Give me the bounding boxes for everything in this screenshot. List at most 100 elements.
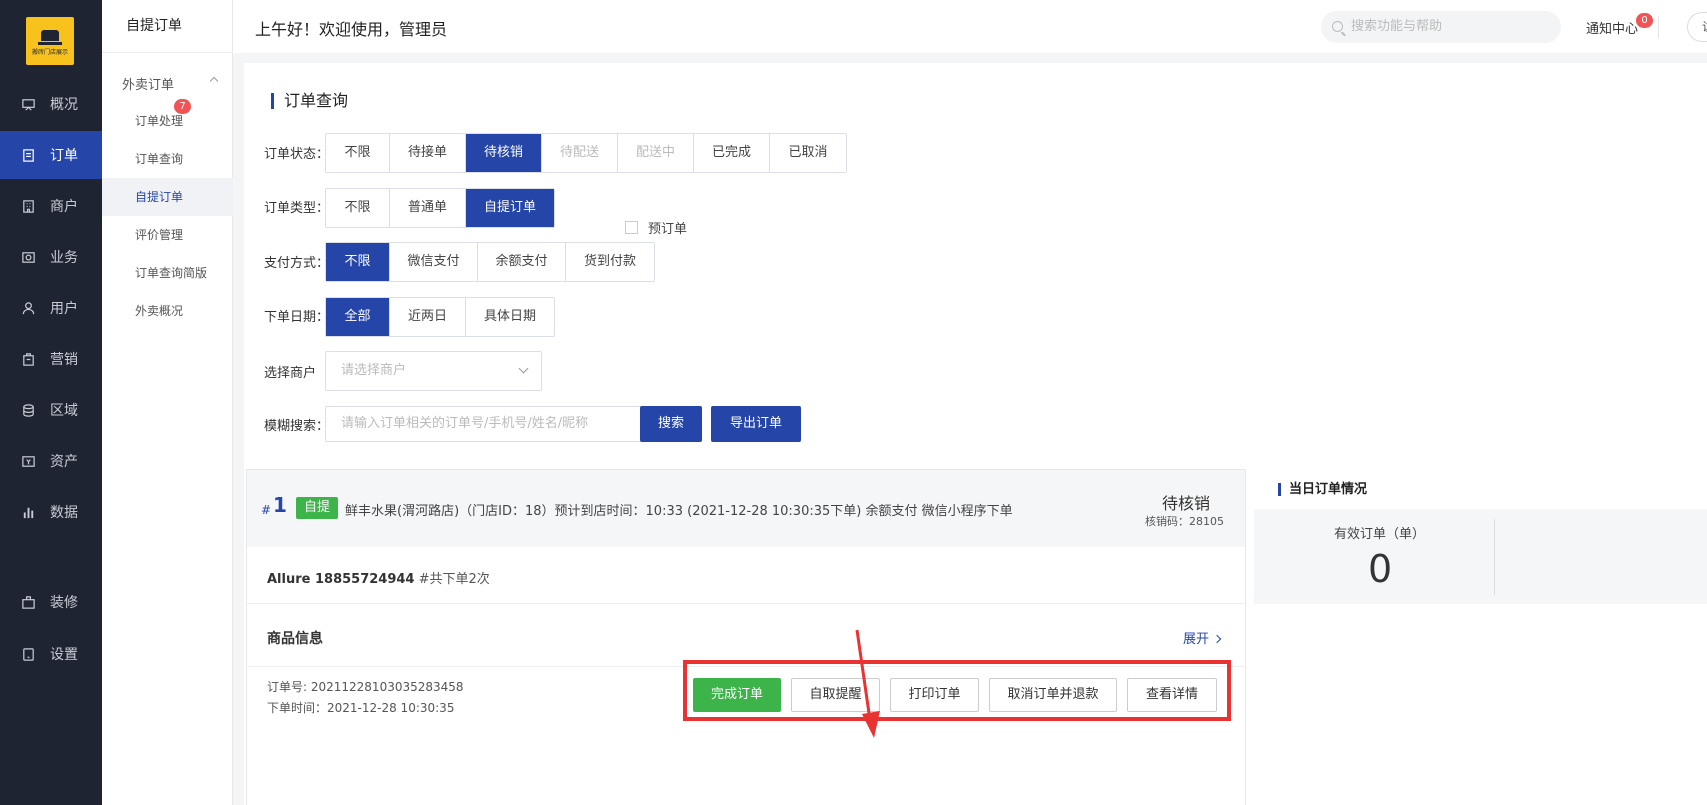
customer-info: Allure 18855724944 #共下单2次	[267, 568, 490, 587]
chevron-down-icon	[518, 363, 529, 374]
nav-item-decorate[interactable]: 装修	[0, 578, 102, 626]
notification-center-link[interactable]: 通知中心	[1586, 18, 1638, 37]
nav-label: 资产	[50, 454, 78, 470]
nav-label: 业务	[50, 250, 78, 266]
order-status: 待核销	[1162, 494, 1211, 513]
complete-order-button[interactable]: 完成订单	[693, 678, 781, 712]
today-orders-title: 当日订单情况	[1278, 483, 1367, 496]
data-icon	[20, 504, 36, 520]
region-icon	[20, 402, 36, 418]
pickup-tag: 自提	[296, 497, 339, 519]
pay-filter: 不限 微信支付 余额支付 货到付款	[325, 242, 655, 282]
subnav-group-takeout[interactable]: 外卖订单	[122, 74, 222, 93]
subnav-item-reviews[interactable]: 评价管理	[102, 216, 233, 254]
app-logo[interactable]: 搬砖门店展示	[26, 17, 74, 65]
today-orders-box	[1254, 509, 1707, 604]
pay-option-all[interactable]: 不限	[326, 243, 390, 281]
divider	[247, 603, 1245, 604]
top-bar: 上午好！欢迎使用，管理员 搜索功能与帮助 通知中心 0 访	[233, 0, 1707, 53]
order-hash: #	[261, 503, 272, 517]
nav-label: 装修	[50, 595, 78, 611]
nav-label: 用户	[50, 301, 78, 317]
subnav-item-takeout-overview[interactable]: 外卖概况	[102, 292, 233, 330]
fuzzy-search-input[interactable]: 请输入订单相关的订单号/手机号/姓名/昵称	[325, 406, 656, 442]
status-filter: 不限 待接单 待核销 待配送 配送中 已完成 已取消	[325, 133, 847, 173]
status-option-cancelled[interactable]: 已取消	[770, 134, 846, 172]
type-label: 订单类型：	[264, 201, 330, 216]
status-option-pending-delivery: 待配送	[542, 134, 618, 172]
date-option-specific[interactable]: 具体日期	[466, 298, 554, 336]
merchant-placeholder: 请选择商户	[341, 363, 407, 378]
pay-option-wechat[interactable]: 微信支付	[390, 243, 478, 281]
nav-label: 商户	[50, 199, 78, 215]
nav-label: 设置	[50, 647, 78, 663]
type-option-pickup[interactable]: 自提订单	[466, 189, 554, 227]
notification-badge: 0	[1636, 13, 1653, 28]
date-option-two-days[interactable]: 近两日	[390, 298, 466, 336]
nav-item-data[interactable]: 数据	[0, 488, 102, 536]
subnav-item-order-processing[interactable]: 订单处理	[102, 102, 233, 140]
nav-item-orders[interactable]: 订单	[0, 131, 102, 179]
print-order-button[interactable]: 打印订单	[890, 678, 979, 712]
subnav-item-pickup-orders[interactable]: 自提订单	[102, 178, 233, 216]
view-details-button[interactable]: 查看详情	[1127, 678, 1217, 712]
expand-label: 展开	[1183, 632, 1210, 647]
date-option-all[interactable]: 全部	[326, 298, 390, 336]
order-query-panel: 订单查询 订单状态： 不限 待接单 待核销 待配送 配送中 已完成 已取消 订单…	[244, 63, 1707, 805]
merchant-select[interactable]: 请选择商户	[325, 351, 542, 391]
status-option-completed[interactable]: 已完成	[694, 134, 770, 172]
nav-item-marketing[interactable]: 营销	[0, 335, 102, 383]
type-option-normal[interactable]: 普通单	[390, 189, 466, 227]
verify-code: 核销码：28105	[1145, 515, 1224, 528]
marketing-icon	[20, 351, 36, 367]
nav-item-region[interactable]: 区域	[0, 386, 102, 434]
nav-item-business[interactable]: 业务	[0, 233, 102, 281]
order-time: 下单时间：2021-12-28 10:30:35	[267, 701, 455, 715]
customer-order-count: #共下单2次	[414, 572, 490, 587]
nav-item-overview[interactable]: 概况	[0, 80, 102, 128]
stats-divider	[1494, 519, 1495, 595]
chevron-right-icon	[1212, 634, 1222, 644]
order-number: 订单号: 20211228103035283458	[267, 680, 464, 694]
search-icon	[1332, 21, 1343, 32]
status-option-delivering: 配送中	[618, 134, 694, 172]
status-option-pending-accept[interactable]: 待接单	[390, 134, 466, 172]
dashboard-icon	[20, 96, 36, 112]
status-option-pending-verify[interactable]: 待核销	[466, 134, 542, 172]
search-button[interactable]: 搜索	[640, 406, 702, 442]
sub-sidebar: 自提订单 外卖订单 订单处理 订单查询 自提订单 评价管理 订单查询简版 外卖概…	[102, 0, 233, 805]
nav-label: 营销	[50, 352, 78, 368]
date-label: 下单日期：	[264, 310, 330, 325]
search-input[interactable]: 搜索功能与帮助	[1321, 11, 1561, 43]
nav-label: 区域	[50, 403, 78, 419]
subnav-item-order-query-lite[interactable]: 订单查询简版	[102, 254, 233, 292]
nav-item-settings[interactable]: 设置	[0, 630, 102, 678]
fuzzy-label: 模糊搜索：	[264, 419, 330, 434]
chevron-up-icon	[209, 76, 219, 86]
subnav-item-order-query[interactable]: 订单查询	[102, 140, 233, 178]
pay-option-balance[interactable]: 余额支付	[478, 243, 566, 281]
checkbox-box	[625, 221, 638, 234]
nav-item-assets[interactable]: 资产	[0, 437, 102, 485]
order-index: 1	[273, 493, 287, 517]
pending-count-badge: 7	[174, 99, 191, 114]
preorder-checkbox[interactable]: 预订单	[625, 218, 687, 237]
greeting-text: 上午好！欢迎使用，管理员	[255, 20, 448, 39]
export-orders-button[interactable]: 导出订单	[711, 406, 801, 442]
expand-link[interactable]: 展开	[1183, 628, 1222, 647]
valid-orders-value: 0	[1368, 547, 1393, 591]
cancel-refund-button[interactable]: 取消订单并退款	[989, 678, 1117, 712]
status-option-all[interactable]: 不限	[326, 134, 390, 172]
pay-option-cod[interactable]: 货到付款	[566, 243, 654, 281]
search-placeholder: 搜索功能与帮助	[1351, 19, 1443, 34]
pickup-reminder-button[interactable]: 自取提醒	[791, 678, 880, 712]
settings-icon	[20, 646, 36, 662]
status-label: 订单状态：	[264, 147, 330, 162]
nav-label: 概况	[50, 97, 78, 113]
visit-button[interactable]: 访	[1687, 12, 1707, 42]
nav-item-merchants[interactable]: 商户	[0, 182, 102, 230]
customer-name: Allure 18855724944	[267, 572, 415, 587]
page-title: 订单查询	[271, 93, 348, 109]
nav-item-users[interactable]: 用户	[0, 284, 102, 332]
type-option-all[interactable]: 不限	[326, 189, 390, 227]
